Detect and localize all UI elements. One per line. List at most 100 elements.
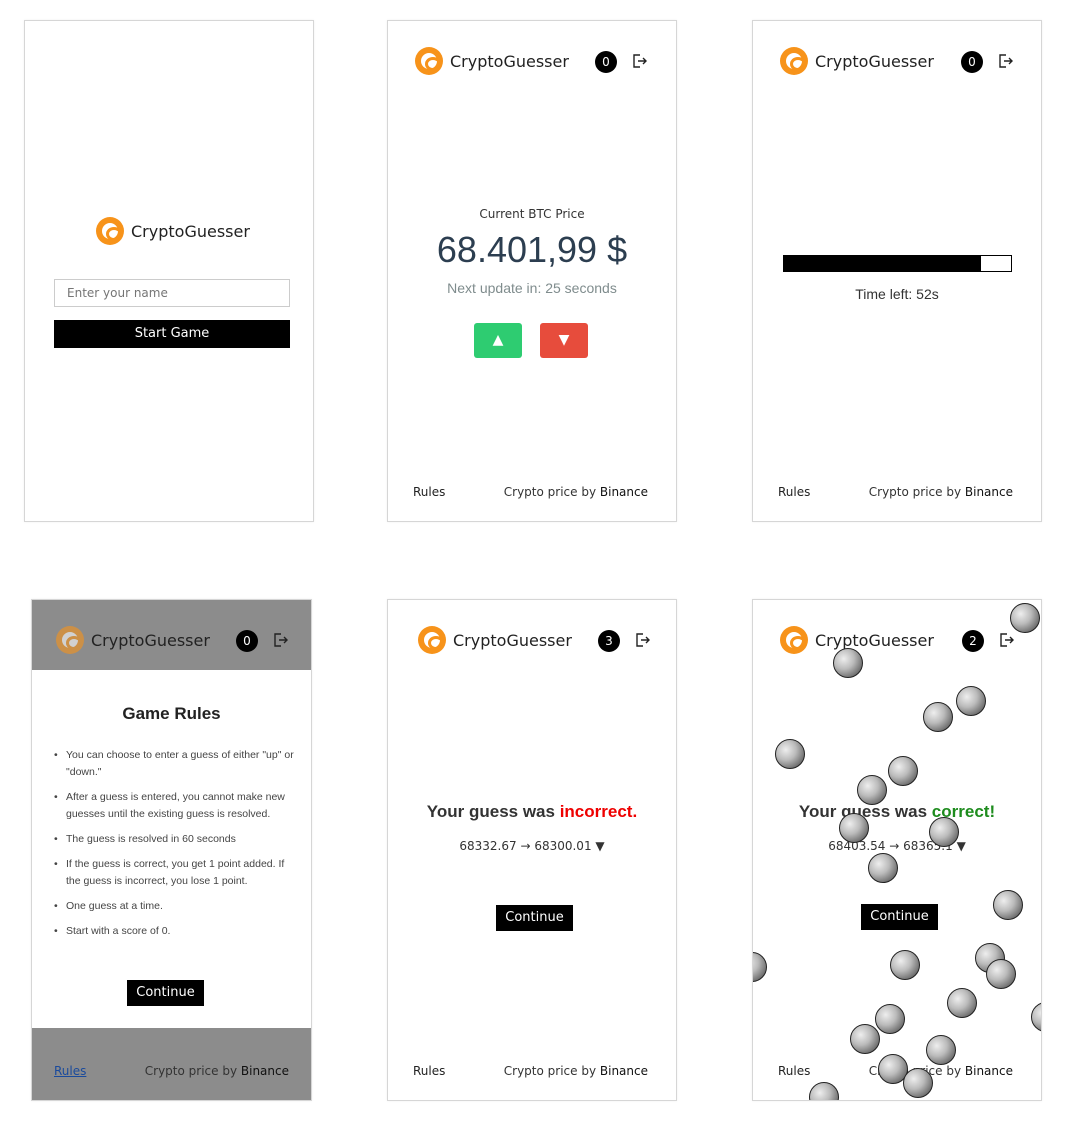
score-badge: 0 [595, 51, 617, 73]
coin-icon [947, 988, 977, 1018]
binance-link[interactable]: Binance [600, 485, 648, 499]
rule-item: After a guess is entered, you cannot mak… [54, 789, 294, 823]
coin-icon [926, 1035, 956, 1065]
app-logo: CryptoGuesser [96, 217, 250, 245]
coin-icon [890, 950, 920, 980]
coin-icon [993, 890, 1023, 920]
logout-icon[interactable] [272, 632, 288, 648]
rules-screen: CryptoGuesser 0 Game Rules You can choos… [31, 599, 312, 1101]
rules-link[interactable]: Rules [54, 1064, 86, 1078]
app-title: CryptoGuesser [815, 51, 934, 71]
footer: Rules Crypto price by Binance [388, 1064, 676, 1080]
rule-item: One guess at a time. [54, 898, 294, 915]
score-badge: 0 [236, 630, 258, 652]
coin-icon [1031, 1002, 1041, 1032]
binance-link[interactable]: Binance [241, 1064, 289, 1078]
header: CryptoGuesser 2 [753, 626, 1041, 656]
continue-button[interactable]: Continue [861, 904, 938, 930]
coin-icon [903, 1068, 933, 1098]
bitcoin-logo-icon [780, 47, 808, 75]
start-game-button[interactable]: Start Game [54, 320, 290, 348]
coin-icon [850, 1024, 880, 1054]
rule-item: If the guess is correct, you get 1 point… [54, 856, 294, 890]
coin-icon [923, 702, 953, 732]
progress-fill [784, 256, 982, 271]
bitcoin-logo-icon [56, 626, 84, 654]
time-left-text: Time left: 52s [855, 286, 939, 302]
coin-icon [956, 686, 986, 716]
binance-link[interactable]: Binance [600, 1064, 648, 1078]
app-logo: CryptoGuesser [780, 47, 934, 75]
rule-item: The guess is resolved in 60 seconds [54, 831, 294, 848]
rules-link[interactable]: Rules [413, 485, 445, 499]
price-label: Current BTC Price [479, 207, 585, 221]
header: CryptoGuesser 3 [388, 626, 676, 656]
result-correct-screen: CryptoGuesser 2 Your guess was correct! … [752, 599, 1042, 1101]
price-credit: Crypto price by Binance [503, 485, 648, 499]
bitcoin-logo-icon [96, 217, 124, 245]
next-update-text: Next update in: 25 seconds [447, 280, 617, 296]
app-title: CryptoGuesser [91, 630, 210, 650]
binance-link[interactable]: Binance [965, 1064, 1013, 1078]
app-logo: CryptoGuesser [780, 626, 934, 654]
app-logo: CryptoGuesser [418, 626, 572, 654]
logout-icon[interactable] [631, 53, 647, 69]
result-word: incorrect. [559, 802, 638, 821]
continue-button[interactable]: Continue [496, 905, 573, 931]
logout-icon[interactable] [634, 632, 650, 648]
coin-icon [839, 813, 869, 843]
app-title: CryptoGuesser [815, 630, 934, 650]
price-credit: Crypto price by Binance [503, 1064, 648, 1078]
binance-link[interactable]: Binance [965, 485, 1013, 499]
coin-icon [986, 959, 1016, 989]
coin-icon [857, 775, 887, 805]
rules-link[interactable]: Rules [778, 1064, 810, 1078]
footer: Rules Crypto price by Binance [32, 1064, 311, 1080]
logout-icon[interactable] [997, 53, 1013, 69]
price-credit: Crypto price by Binance [144, 1064, 289, 1078]
footer: Rules Crypto price by Binance [388, 485, 676, 501]
rules-list: You can choose to enter a guess of eithe… [54, 747, 294, 948]
name-input[interactable] [54, 279, 290, 307]
countdown-progress-bar [783, 255, 1012, 272]
score-badge: 3 [598, 630, 620, 652]
header: CryptoGuesser 0 [388, 47, 676, 77]
header: CryptoGuesser 0 [753, 47, 1041, 77]
result-message: Your guess was correct! [798, 802, 996, 821]
header: CryptoGuesser 0 [32, 626, 311, 656]
app-logo: CryptoGuesser [56, 626, 210, 654]
coin-icon [775, 739, 805, 769]
coin-icon [809, 1082, 839, 1100]
coin-icon [1010, 603, 1040, 633]
btc-price: 68.401,99 $ [436, 229, 628, 270]
bitcoin-logo-icon [415, 47, 443, 75]
footer: Rules Crypto price by Binance [753, 485, 1041, 501]
price-change: 68403.54 → 68365.1 ▼ [828, 839, 966, 853]
app-title: CryptoGuesser [450, 51, 569, 71]
bitcoin-logo-icon [418, 626, 446, 654]
continue-button[interactable]: Continue [127, 980, 204, 1006]
rules-title: Game Rules [122, 704, 221, 723]
start-screen: CryptoGuesser Start Game [24, 20, 314, 522]
coin-icon [888, 756, 918, 786]
rules-link[interactable]: Rules [413, 1064, 445, 1078]
score-badge: 0 [961, 51, 983, 73]
rules-link[interactable]: Rules [778, 485, 810, 499]
coin-icon [868, 853, 898, 883]
app-title: CryptoGuesser [453, 630, 572, 650]
result-message: Your guess was incorrect. [426, 802, 638, 821]
waiting-screen: CryptoGuesser 0 Time left: 52s Rules Cry… [752, 20, 1042, 522]
logout-icon[interactable] [998, 632, 1014, 648]
bitcoin-logo-icon [780, 626, 808, 654]
guess-screen: CryptoGuesser 0 Current BTC Price 68.401… [387, 20, 677, 522]
rule-item: You can choose to enter a guess of eithe… [54, 747, 294, 781]
guess-down-button[interactable]: ▼ [540, 323, 588, 358]
coin-icon [833, 648, 863, 678]
result-incorrect-screen: CryptoGuesser 3 Your guess was incorrect… [387, 599, 677, 1101]
coin-icon [875, 1004, 905, 1034]
rule-item: Start with a score of 0. [54, 923, 294, 940]
coin-icon [753, 952, 767, 982]
guess-up-button[interactable]: ▲ [474, 323, 522, 358]
price-credit: Crypto price by Binance [868, 485, 1013, 499]
app-title: CryptoGuesser [131, 221, 250, 241]
